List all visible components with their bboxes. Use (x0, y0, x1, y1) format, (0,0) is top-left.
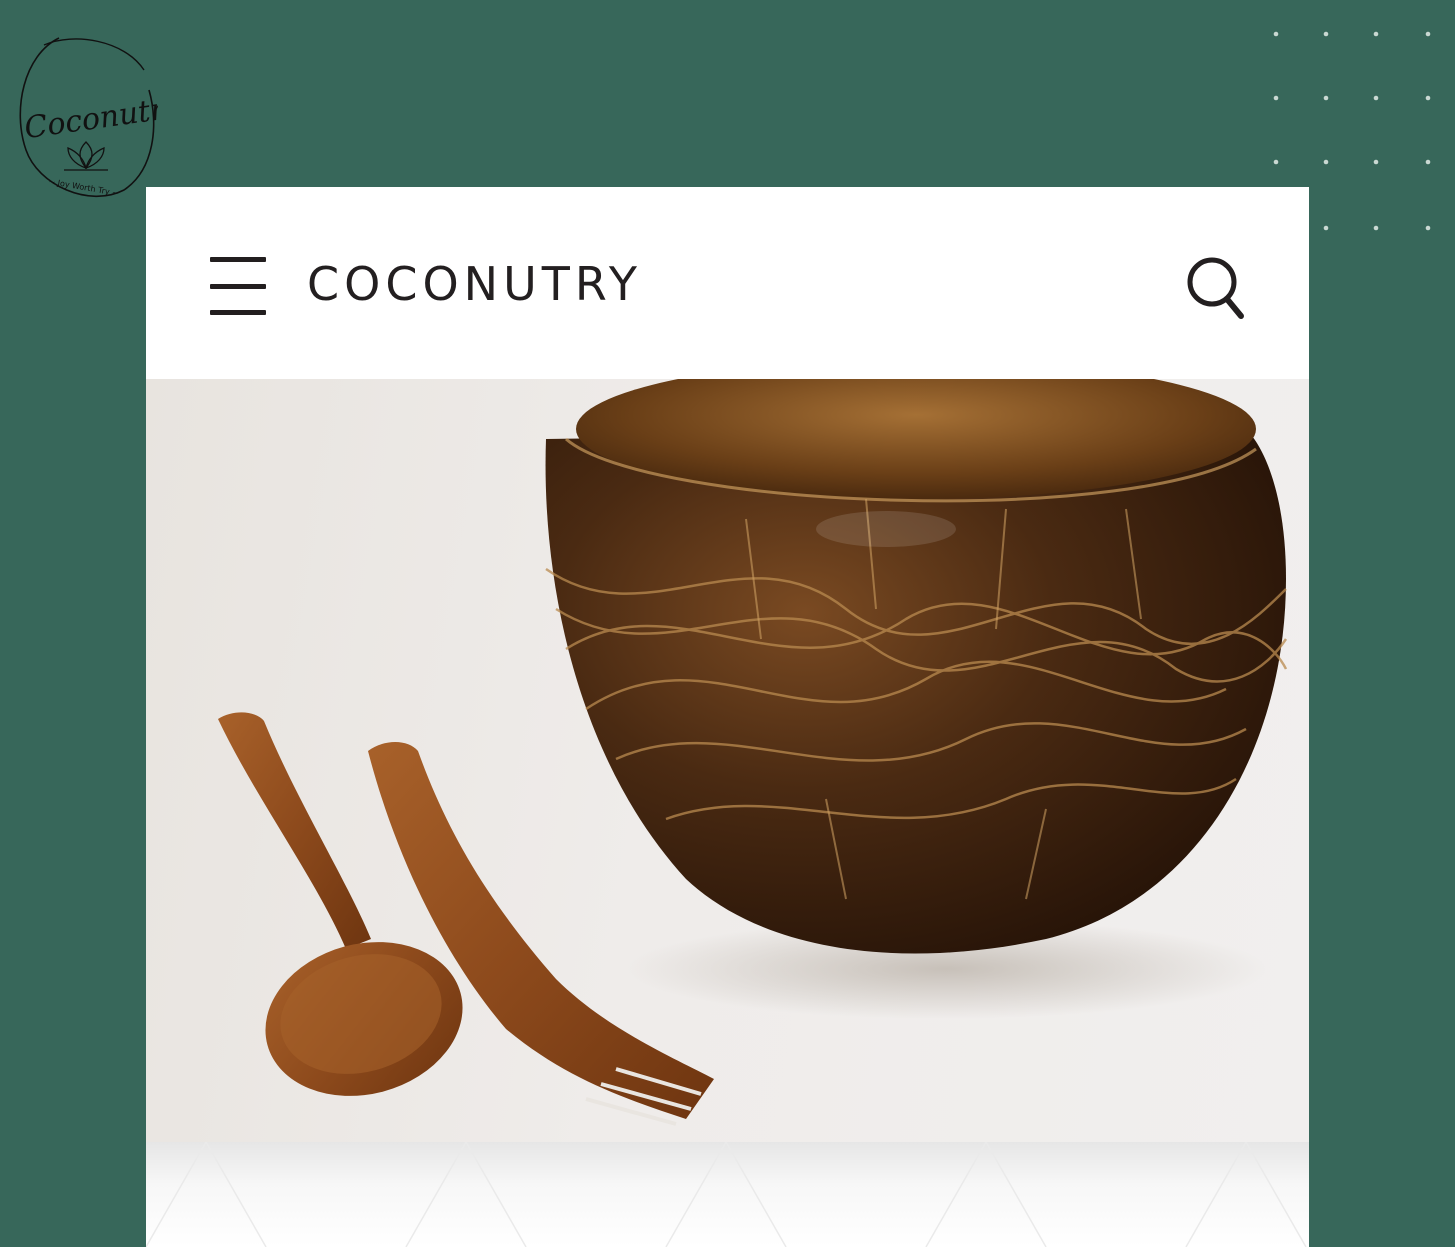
brand-logo-badge: Coconutry ~ Joy Worth Try ~ (14, 30, 184, 210)
content-section-top (146, 1140, 1309, 1247)
menu-line (210, 257, 266, 262)
search-icon[interactable] (1185, 253, 1247, 321)
menu-line (210, 310, 266, 315)
menu-line (210, 283, 266, 289)
mobile-page-card: COCONUTRY (146, 187, 1309, 1247)
svg-text:Coconutry: Coconutry (22, 89, 158, 146)
site-header: COCONUTRY (146, 187, 1309, 379)
hamburger-menu-icon[interactable] (210, 257, 268, 315)
site-brand-title[interactable]: COCONUTRY (307, 249, 642, 319)
hero-product-image (146, 379, 1309, 1142)
